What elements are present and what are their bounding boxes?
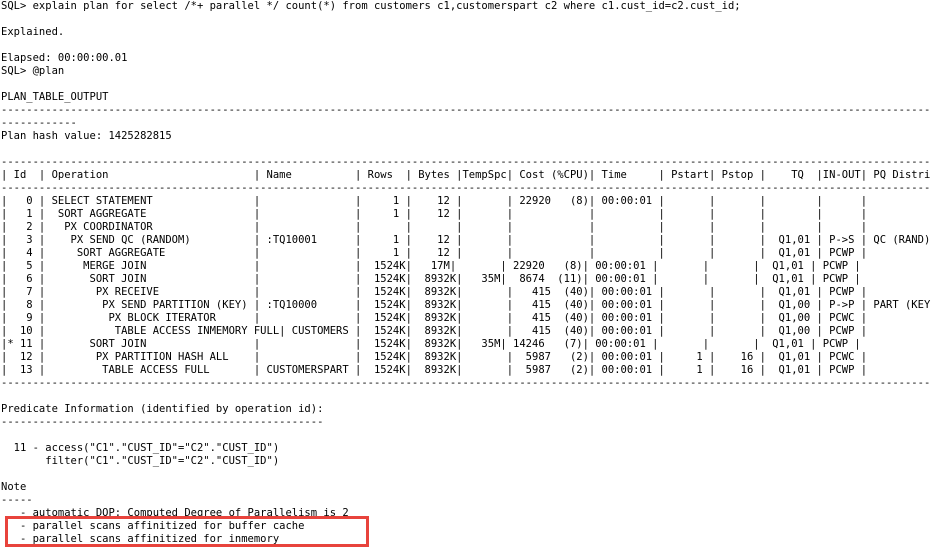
plan-output-header: PLAN_TABLE_OUTPUT bbox=[1, 91, 109, 103]
table-header-border: ----------------------------------------… bbox=[1, 182, 931, 194]
plan-table-row: | 12 | PX PARTITION HASH ALL | | 1524K| … bbox=[1, 351, 931, 363]
plan-table-row: | 0 | SELECT STATEMENT | | 1 | 12 | | 22… bbox=[1, 195, 931, 207]
plan-table-row: | 2 | PX COORDINATOR | | | | | | | | | |… bbox=[1, 221, 931, 233]
plan-table-row: | 6 | SORT JOIN | | 1524K| 8932K| 35M| 8… bbox=[1, 273, 931, 285]
plan-table-row: | 1 | SORT AGGREGATE | | 1 | 12 | | | | … bbox=[1, 208, 931, 220]
terminal-line-plan-command: SQL> @plan bbox=[1, 65, 65, 77]
plan-table-row: | 9 | PX BLOCK ITERATOR | | 1524K| 8932K… bbox=[1, 312, 931, 324]
plan-hash-value: Plan hash value: 1425282815 bbox=[1, 130, 172, 142]
table-top-border: ----------------------------------------… bbox=[1, 156, 931, 168]
plan-table-row: |* 11 | SORT JOIN | | 1524K| 8932K| 35M|… bbox=[1, 338, 931, 350]
terminal-line-elapsed: Elapsed: 00:00:00.01 bbox=[1, 52, 128, 64]
plan-table-row: | 4 | SORT AGGREGATE | | 1 | 12 | | | | … bbox=[1, 247, 931, 259]
predicate-filter: filter("C1"."CUST_ID"="C2"."CUST_ID") bbox=[1, 455, 280, 467]
predicate-access: 11 - access("C1"."CUST_ID"="C2"."CUST_ID… bbox=[1, 442, 280, 454]
note-underline: ----- bbox=[1, 494, 33, 506]
plan-table-row: | 10 | TABLE ACCESS INMEMORY FULL| CUSTO… bbox=[1, 325, 931, 337]
separator-line: ----------------------------------------… bbox=[1, 104, 931, 116]
highlight-box bbox=[5, 516, 369, 547]
plan-table-row: | 5 | MERGE JOIN | | 1524K| 17M| | 22920… bbox=[1, 260, 931, 272]
note-heading: Note bbox=[1, 481, 27, 493]
predicate-info-underline: ----------------------------------------… bbox=[1, 416, 324, 428]
terminal-line-explained: Explained. bbox=[1, 26, 65, 38]
terminal-output: SQL> explain plan for select /*+ paralle… bbox=[0, 0, 931, 559]
separator-line-short: ------------ bbox=[1, 117, 77, 129]
plan-table-header-row: | Id | Operation | Name | Rows | Bytes |… bbox=[1, 169, 931, 181]
predicate-info-heading: Predicate Information (identified by ope… bbox=[1, 403, 324, 415]
table-bottom-border: ----------------------------------------… bbox=[1, 377, 931, 389]
plan-table-row: | 8 | PX SEND PARTITION (KEY) | :TQ10000… bbox=[1, 299, 931, 311]
plan-table-row: | 13 | TABLE ACCESS FULL | CUSTOMERSPART… bbox=[1, 364, 931, 376]
plan-table-row: | 3 | PX SEND QC (RANDOM) | :TQ10001 | 1… bbox=[1, 234, 931, 246]
terminal-line-command: SQL> explain plan for select /*+ paralle… bbox=[1, 0, 741, 12]
plan-table-row: | 7 | PX RECEIVE | | 1524K| 8932K| | 415… bbox=[1, 286, 931, 298]
